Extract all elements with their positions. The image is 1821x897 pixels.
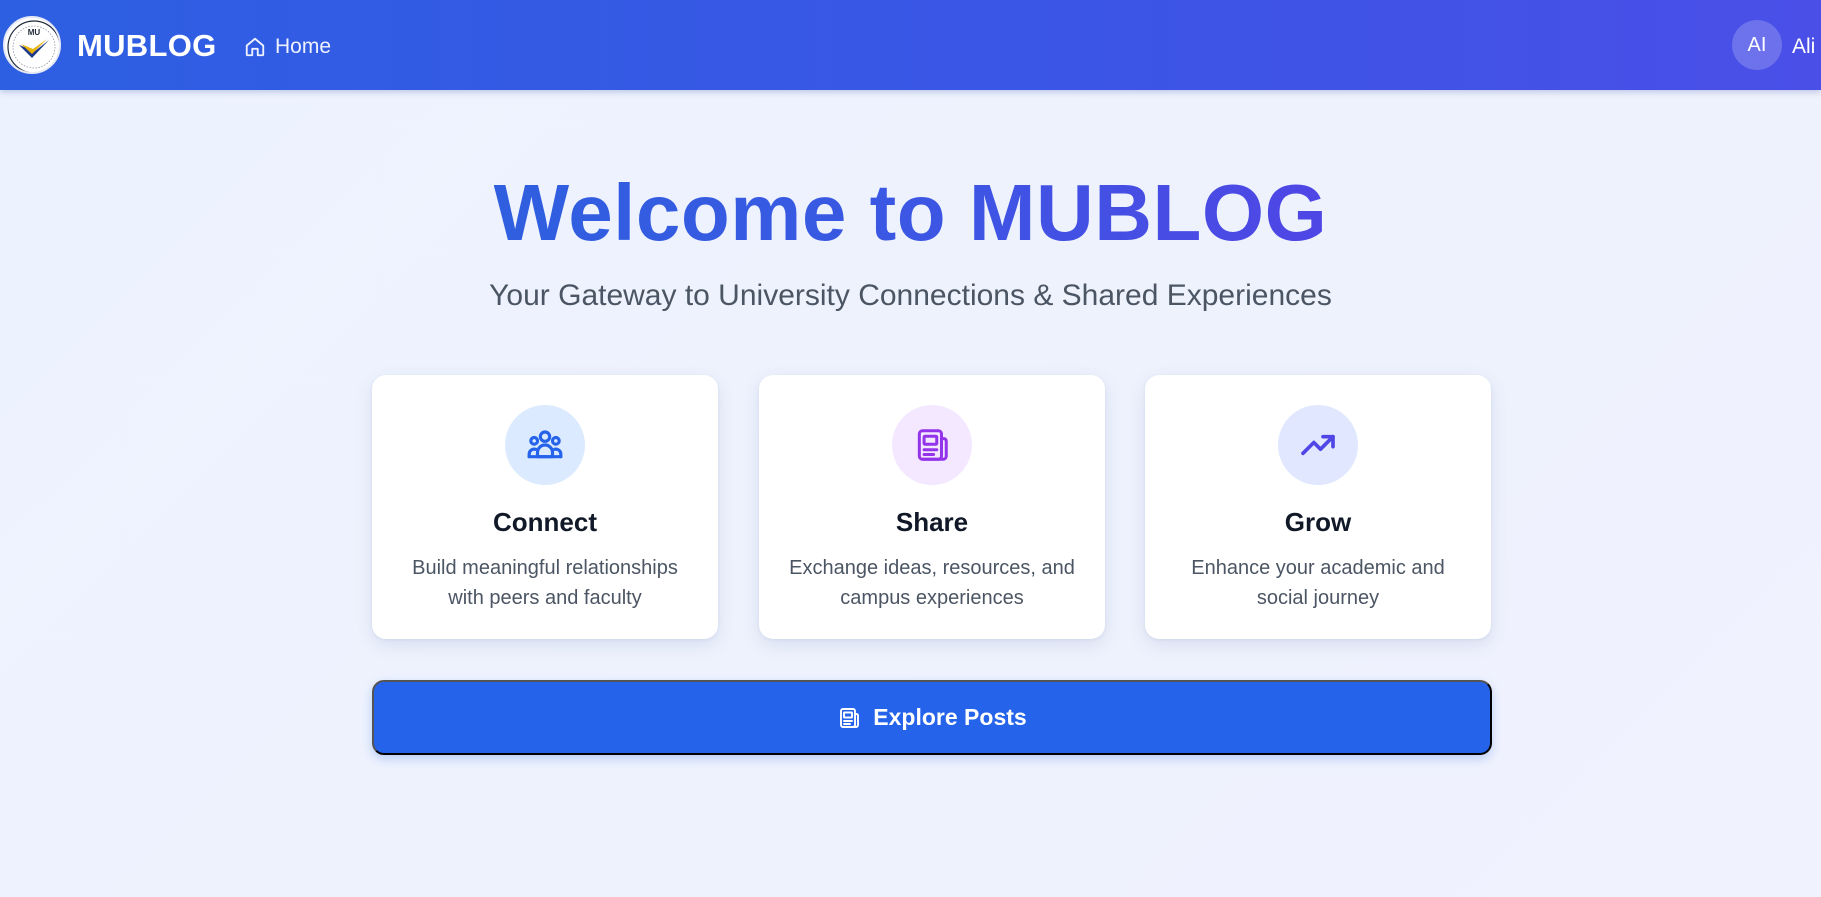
feature-title: Share: [895, 507, 969, 537]
svg-text:MU: MU: [28, 28, 41, 37]
home-icon: [245, 37, 265, 57]
nav-home-link[interactable]: Home: [244, 30, 331, 64]
newspaper-icon: [840, 707, 860, 728]
feature-icon-badge: [892, 405, 972, 485]
page-title: Welcome to MUBLOG: [0, 165, 1821, 261]
university-logo[interactable]: MU: [3, 16, 61, 74]
feature-description: Enhance your academic and social journey: [1191, 557, 1445, 609]
feature-description: Exchange ideas, resources, and campus ex…: [789, 557, 1075, 609]
feature-description: Build meaningful relationships with peer…: [412, 557, 678, 609]
newspaper-icon: [917, 429, 948, 461]
users-icon: [527, 430, 563, 459]
explore-posts-label: Explore Posts: [873, 704, 1027, 730]
explore-posts-button[interactable]: Explore Posts: [372, 680, 1492, 755]
feature-title: Connect: [493, 507, 597, 537]
feature-card-grow: Grow Enhance your academic and social jo…: [1145, 375, 1491, 639]
user-avatar[interactable]: AI: [1732, 20, 1782, 70]
trending-up-icon: [1301, 434, 1335, 456]
feature-card-share: Share Exchange ideas, resources, and cam…: [759, 375, 1105, 639]
page-title-text: Welcome to MUBLOG: [493, 168, 1328, 257]
feature-icon-badge: [505, 405, 585, 485]
nav-home-label: Home: [275, 35, 332, 58]
logo-emblem-icon: MU: [7, 20, 59, 72]
page-subtitle: Your Gateway to University Connections &…: [489, 279, 1332, 312]
brand-name[interactable]: MUBLOG: [77, 28, 217, 64]
feature-card-connect: Connect Build meaningful relationships w…: [372, 375, 718, 639]
feature-title: Grow: [1284, 507, 1352, 537]
user-name[interactable]: Ali: [1792, 30, 1815, 64]
feature-icon-badge: [1278, 405, 1358, 485]
top-navbar: MU MUBLOG Home AI Ali: [0, 0, 1821, 90]
